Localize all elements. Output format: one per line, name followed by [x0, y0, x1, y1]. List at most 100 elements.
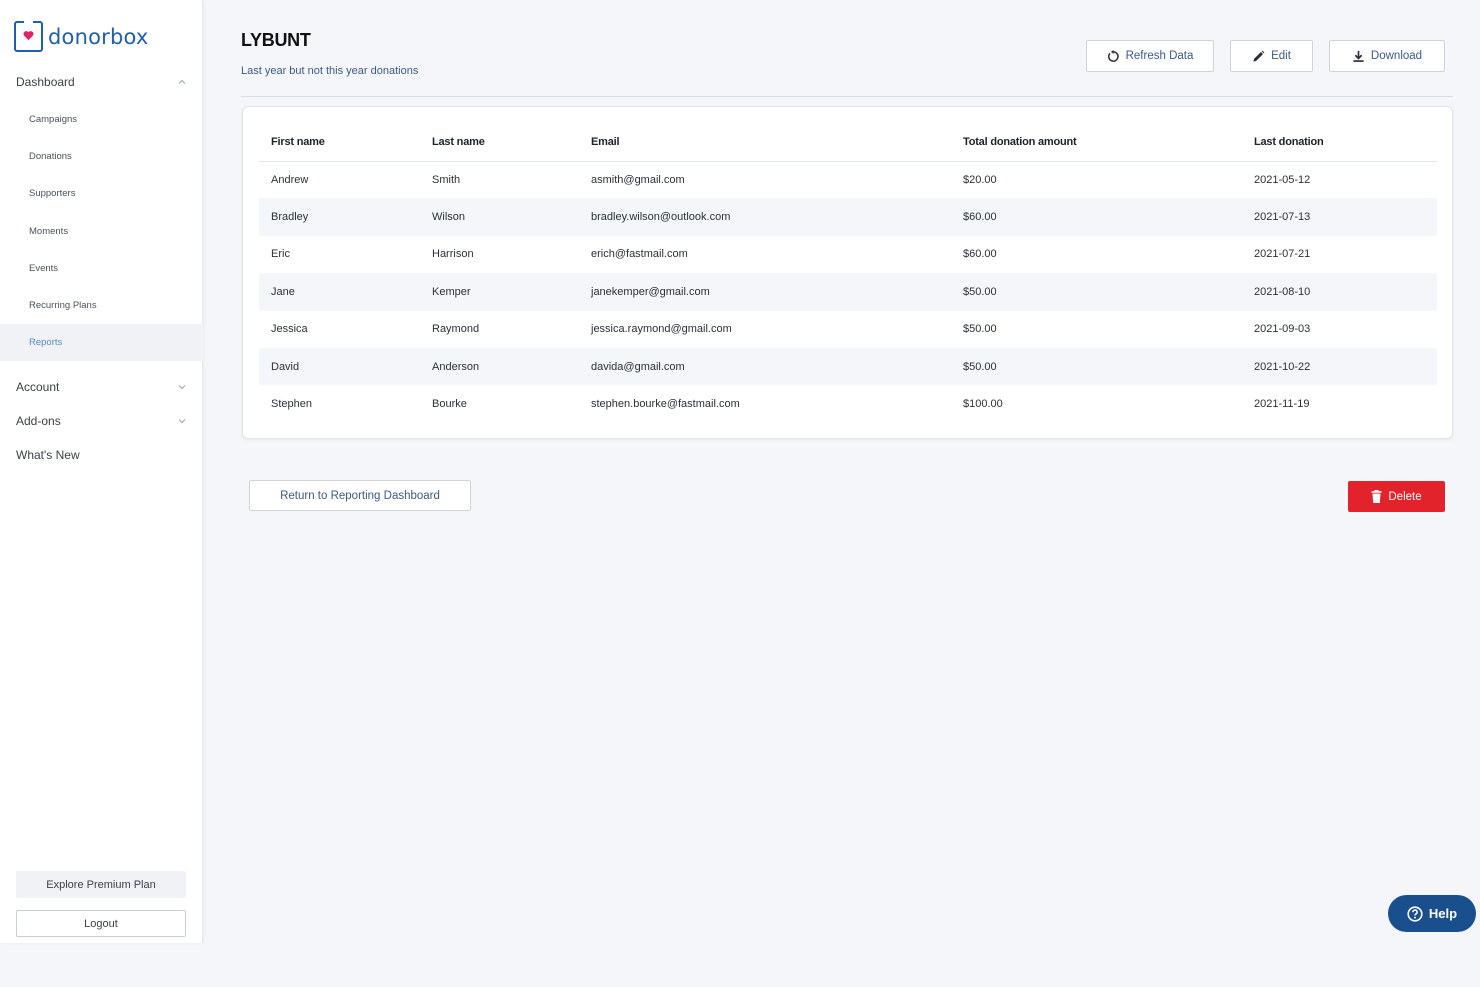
cell-first-name: David	[259, 347, 420, 386]
donorbox-logo[interactable]: donorbox	[14, 19, 149, 52]
sidebar-section-add-ons[interactable]: Add-ons	[0, 406, 203, 436]
column-header-first-name[interactable]: First name	[259, 123, 420, 162]
refresh-icon	[1107, 49, 1119, 62]
report-table: First name Last name Email Total donatio…	[259, 123, 1437, 423]
sidebar-item-label: Supporters	[29, 188, 76, 199]
cell-last-donation: 2021-09-03	[1254, 323, 1311, 336]
cell-email: asmith@gmail.com	[591, 173, 685, 186]
return-to-reporting-dashboard-button[interactable]: Return to Reporting Dashboard	[249, 480, 471, 511]
download-icon	[1353, 50, 1364, 62]
sidebar-section-label: Add-ons	[16, 414, 61, 428]
table-row: Andrew Smith asmith@gmail.com $20.00 202…	[259, 161, 1437, 198]
cell-last-name: Wilson	[420, 198, 579, 236]
help-button[interactable]: Help	[1388, 895, 1476, 932]
cell-last-donation: 2021-07-21	[1254, 248, 1311, 261]
sidebar-section-whats-new[interactable]: What's New	[0, 440, 203, 470]
chevron-down-icon	[178, 419, 186, 424]
heart-icon	[23, 31, 34, 41]
sidebar-section-label: What's New	[16, 448, 80, 462]
refresh-data-button[interactable]: Refresh Data	[1086, 40, 1214, 72]
table-row: Eric Harrison erich@fastmail.com $60.00 …	[259, 236, 1437, 273]
cell-total-donation: $50.00	[951, 273, 1242, 311]
help-label: Help	[1428, 906, 1458, 921]
cell-first-name: Eric	[271, 248, 290, 261]
sidebar-item-label: Recurring Plans	[29, 300, 97, 311]
pencil-icon	[1253, 50, 1265, 62]
cell-last-name: Raymond	[432, 323, 480, 336]
sidebar-item-label: Campaigns	[29, 114, 78, 125]
sidebar-section-label: Account	[16, 380, 60, 394]
cell-last-donation: 2021-08-10	[1242, 273, 1437, 311]
sidebar-item-events[interactable]: Events	[0, 250, 203, 287]
cell-last-donation: 2021-07-13	[1242, 198, 1437, 236]
edit-button[interactable]: Edit	[1230, 40, 1313, 72]
cell-first-name: Bradley	[259, 198, 420, 236]
page-subtitle: Last year but not this year donations	[241, 65, 419, 77]
delete-label: Delete	[1388, 490, 1422, 503]
cell-email: janekemper@gmail.com	[579, 273, 951, 311]
header-divider	[241, 96, 1453, 97]
cell-total-donation: $60.00	[963, 248, 997, 261]
column-header-last-name[interactable]: Last name	[420, 123, 579, 162]
cell-last-donation: 2021-05-12	[1254, 173, 1311, 186]
page-title: LYBUNT	[241, 30, 311, 50]
table-row: Jessica Raymond jessica.raymond@gmail.co…	[259, 311, 1437, 348]
column-header-last-donation[interactable]: Last donation	[1242, 123, 1437, 162]
edit-label: Edit	[1271, 50, 1291, 62]
download-button[interactable]: Download	[1329, 40, 1445, 72]
logo-box-icon	[14, 19, 43, 52]
cell-email: jessica.raymond@gmail.com	[591, 323, 732, 336]
sidebar-item-donations[interactable]: Donations	[0, 138, 203, 175]
chevron-up-icon	[178, 79, 186, 84]
download-label: Download	[1370, 50, 1423, 62]
trash-icon	[1371, 490, 1382, 503]
table-row: Stephen Bourke stephen.bourke@fastmail.c…	[259, 385, 1437, 422]
sidebar-item-recurring-plans[interactable]: Recurring Plans	[0, 287, 203, 324]
cell-last-name: Harrison	[432, 248, 474, 261]
cell-first-name: Andrew	[271, 173, 309, 186]
cell-total-donation: $60.00	[951, 198, 1242, 236]
cell-last-name: Bourke	[432, 398, 467, 411]
sidebar-item-label: Donations	[29, 151, 72, 162]
table-row: David Anderson davida@gmail.com $50.00 2…	[259, 347, 1437, 386]
table-row: Bradley Wilson bradley.wilson@outlook.co…	[259, 198, 1437, 236]
cell-last-donation: 2021-11-19	[1254, 398, 1310, 411]
table-row: Jane Kemper janekemper@gmail.com $50.00 …	[259, 273, 1437, 311]
sidebar-item-campaigns[interactable]: Campaigns	[0, 101, 203, 138]
sidebar-section-account[interactable]: Account	[0, 372, 203, 402]
cell-last-donation: 2021-10-22	[1242, 347, 1437, 386]
cell-total-donation: $100.00	[963, 398, 1003, 411]
cell-first-name: Jessica	[271, 323, 308, 336]
column-header-email[interactable]: Email	[579, 123, 951, 162]
sidebar-section-dashboard[interactable]: Dashboard	[0, 67, 203, 97]
sidebar-item-label: Moments	[29, 226, 69, 237]
chevron-down-icon	[178, 385, 186, 390]
brand-name: donorbox	[48, 24, 149, 49]
cell-last-name: Kemper	[420, 273, 579, 311]
cell-total-donation: $20.00	[963, 173, 997, 186]
sidebar-item-label: Events	[29, 263, 59, 274]
cell-last-name: Smith	[432, 173, 461, 186]
sidebar-item-moments[interactable]: Moments	[0, 213, 203, 250]
sidebar: donorbox Dashboard Campaigns Donations S…	[0, 0, 203, 943]
question-circle-icon	[1407, 905, 1423, 922]
cell-email: davida@gmail.com	[579, 347, 951, 386]
cell-email: erich@fastmail.com	[591, 248, 688, 261]
logout-button[interactable]: Logout	[16, 910, 186, 937]
table-header-row: First name Last name Email Total donatio…	[259, 123, 1437, 162]
cell-first-name: Stephen	[271, 398, 312, 411]
column-header-total-donation[interactable]: Total donation amount	[951, 123, 1242, 162]
cell-last-name: Anderson	[420, 347, 579, 386]
cell-total-donation: $50.00	[951, 347, 1242, 386]
cell-total-donation: $50.00	[963, 323, 997, 336]
sidebar-section-label: Dashboard	[16, 75, 75, 89]
sidebar-item-supporters[interactable]: Supporters	[0, 175, 203, 212]
sidebar-item-label: Reports	[29, 337, 63, 348]
cell-email: bradley.wilson@outlook.com	[579, 198, 951, 236]
cell-first-name: Jane	[259, 273, 420, 311]
refresh-data-label: Refresh Data	[1125, 50, 1194, 62]
delete-button[interactable]: Delete	[1348, 481, 1445, 512]
cell-email: stephen.bourke@fastmail.com	[591, 398, 740, 411]
sidebar-item-reports[interactable]: Reports	[0, 324, 203, 361]
explore-premium-button[interactable]: Explore Premium Plan	[16, 871, 186, 898]
